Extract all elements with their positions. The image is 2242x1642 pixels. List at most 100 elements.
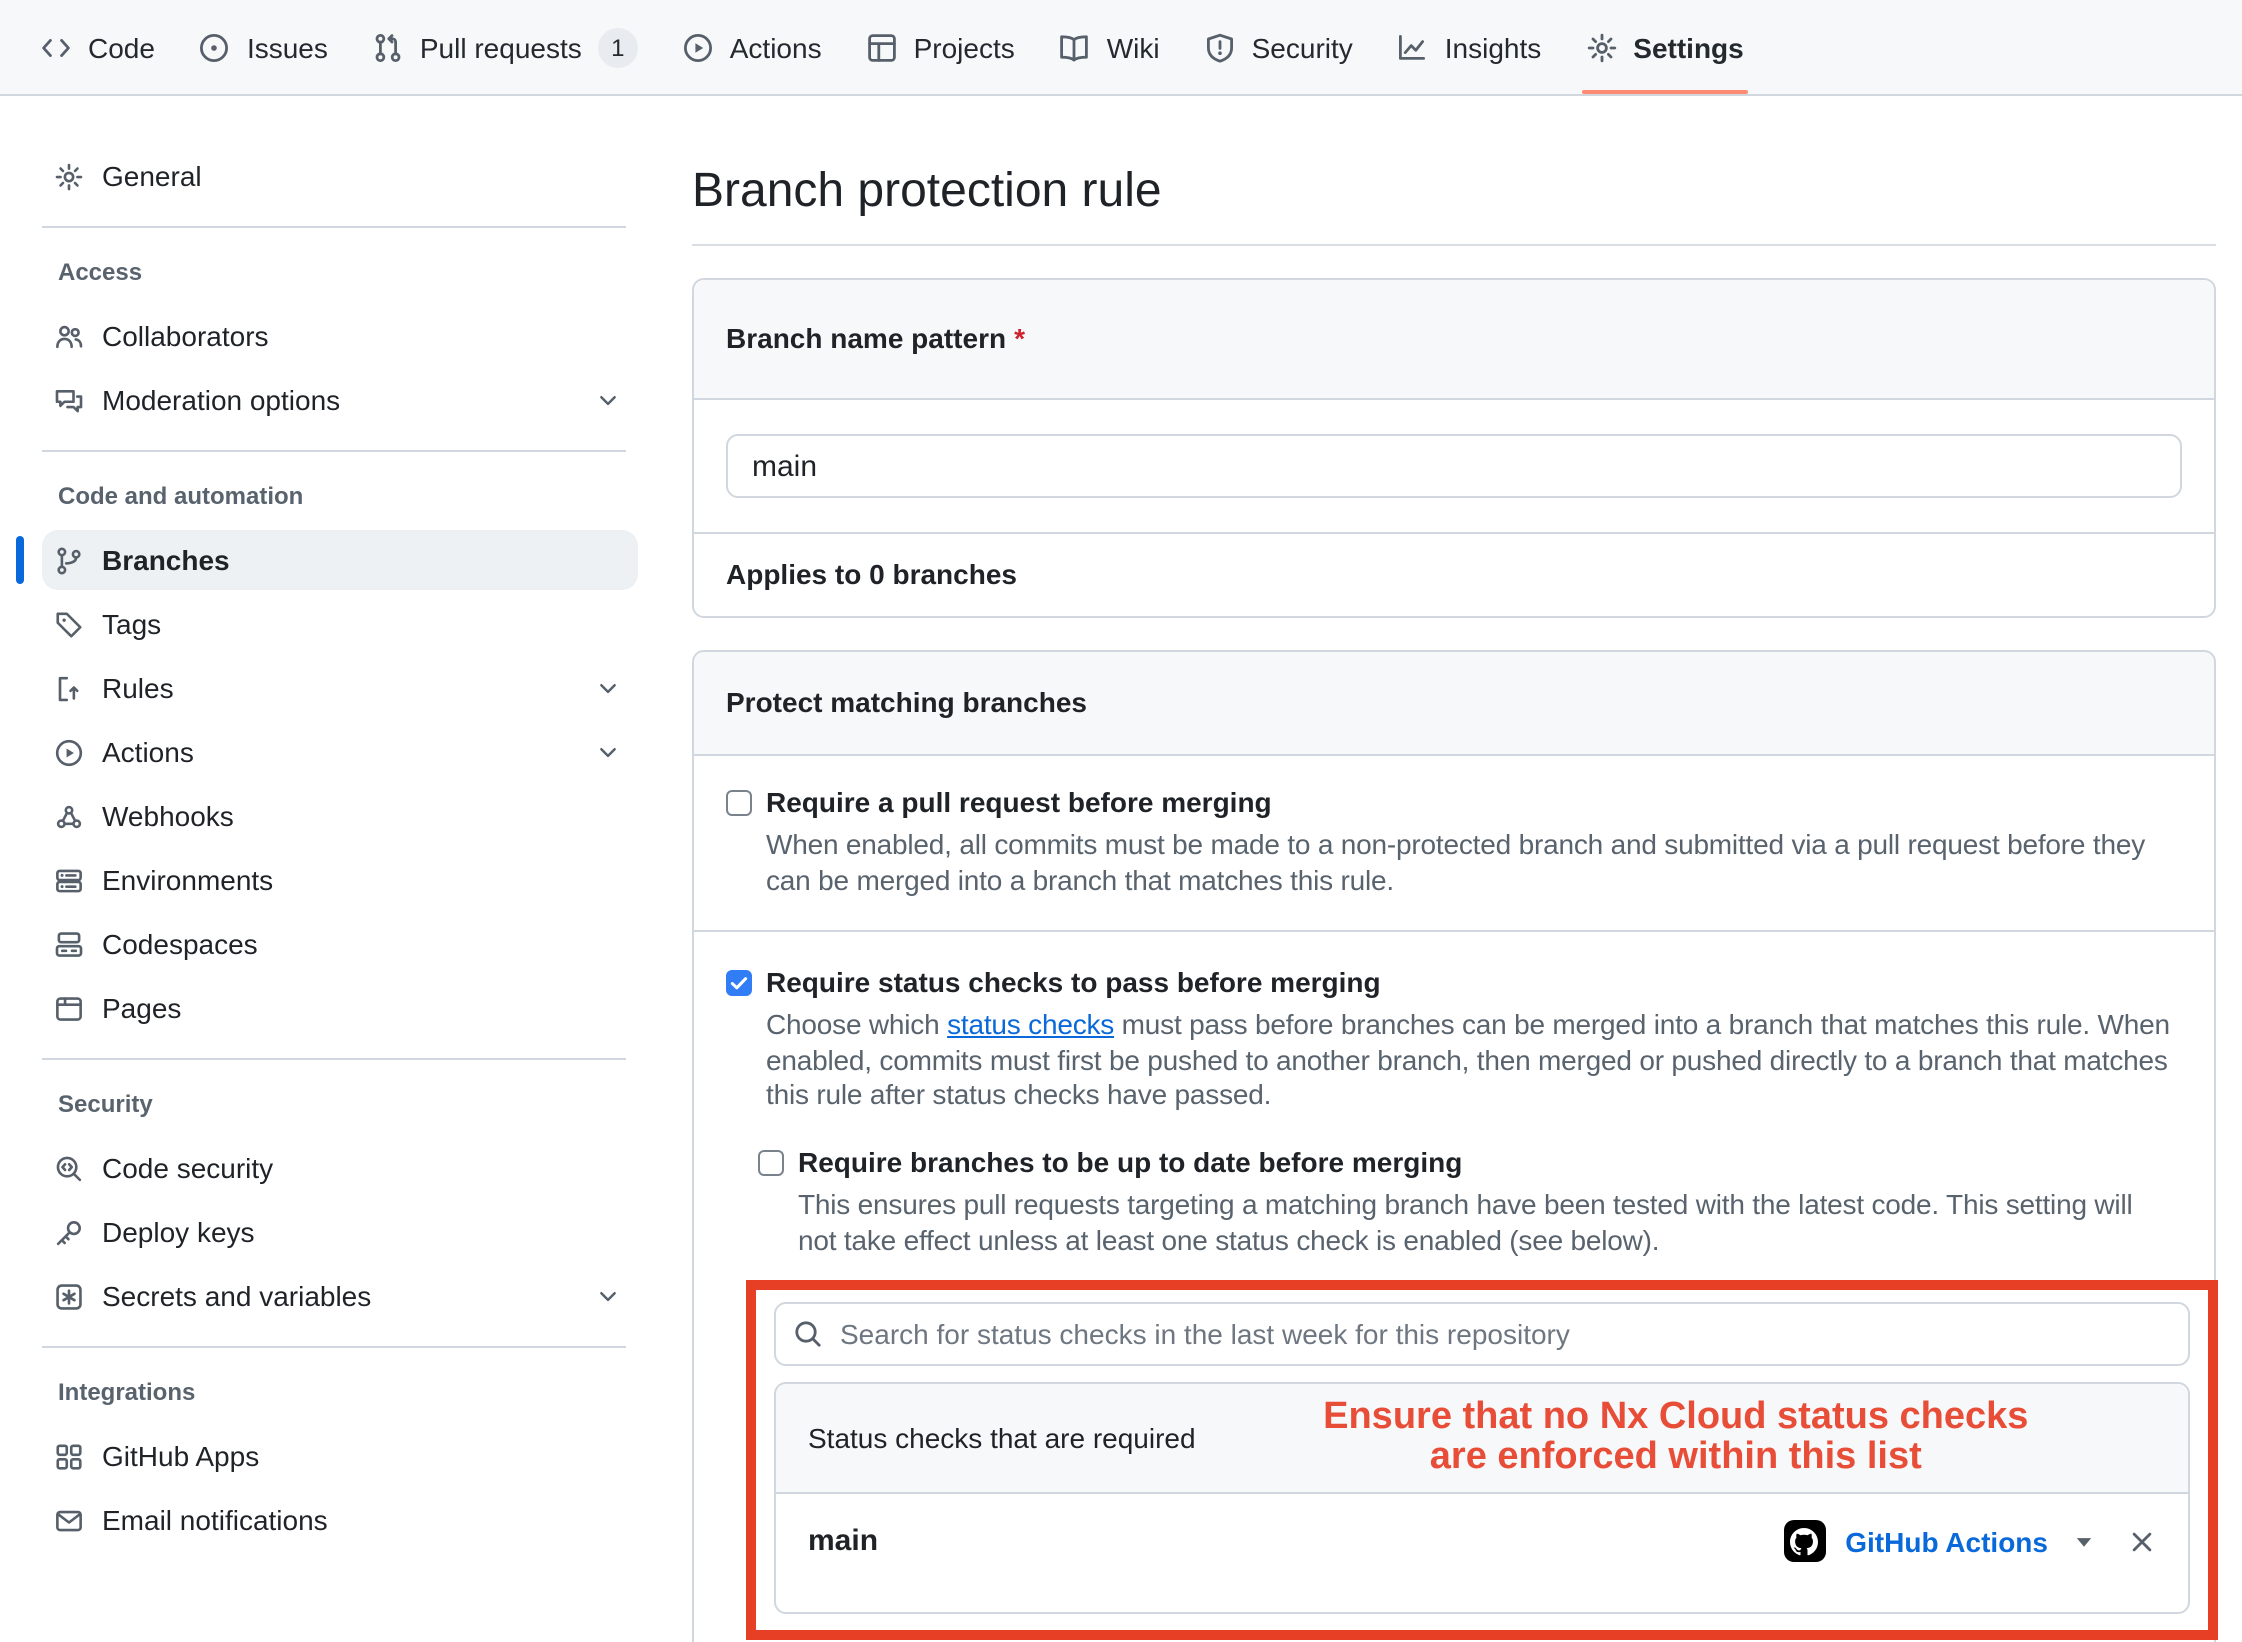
tab-security[interactable]: Security [1182,0,1375,94]
sidebar-item-codespaces[interactable]: Codespaces [42,914,638,974]
sidebar-item-moderation-options-label: Moderation options [102,384,340,416]
remove-status-check-button[interactable] [2128,1527,2156,1555]
pull-request-icon [372,31,404,63]
sidebar-item-github-apps[interactable]: GitHub Apps [42,1426,638,1486]
sidebar-item-actions[interactable]: Actions [42,722,638,782]
tab-projects-label: Projects [914,31,1015,63]
require-status-checks-label: Require status checks to pass before mer… [766,964,2182,1002]
shield-icon [1204,31,1236,63]
tab-settings[interactable]: Settings [1563,0,1765,94]
graph-icon [1397,31,1429,63]
sidebar-item-github-apps-label: GitHub Apps [102,1440,259,1472]
require-status-checks-row: Require status checks to pass before mer… [726,964,2182,1114]
issue-icon [199,31,231,63]
tab-code[interactable]: Code [18,0,177,94]
github-repo-settings-page: Code Issues Pull requests 1 Actions Proj… [0,0,2242,1642]
status-checks-search-input[interactable] [774,1302,2190,1366]
tab-issues-label: Issues [247,31,328,63]
sidebar-item-pages[interactable]: Pages [42,978,638,1038]
settings-sidebar: General Access Collaborators Moderation … [0,96,666,1554]
tab-wiki-label: Wiki [1107,31,1160,63]
require-status-checks-description: Choose which status checks must pass bef… [766,1008,2182,1114]
require-pr-checkbox[interactable] [726,790,752,816]
browser-icon [54,993,84,1023]
sidebar-item-environments[interactable]: Environments [42,850,638,910]
tab-projects[interactable]: Projects [844,0,1037,94]
status-check-source-link[interactable]: GitHub Actions [1845,1525,2048,1557]
tab-actions[interactable]: Actions [660,0,844,94]
projects-icon [866,31,898,63]
status-checks-link[interactable]: status checks [947,1008,1114,1040]
sidebar-section-code-and-automation: Code and automation [42,482,638,510]
branch-name-input-section [694,400,2214,532]
key-asterisk-icon [54,1281,84,1311]
tab-pull-requests[interactable]: Pull requests 1 [350,0,660,94]
tag-icon [54,609,84,639]
mail-icon [54,1505,84,1535]
tab-wiki[interactable]: Wiki [1037,0,1182,94]
annotation-line-1: Ensure that no Nx Cloud status checks [1196,1398,2156,1438]
branch-name-pattern-label: Branch name pattern [726,322,1006,354]
search-icon [792,1318,824,1350]
sidebar-divider [42,1346,626,1348]
sidebar-item-code-security-label: Code security [102,1152,273,1184]
status-check-source-dropdown[interactable] [2072,1529,2096,1553]
tab-pull-requests-label: Pull requests [420,31,582,63]
status-check-name: main [808,1524,878,1558]
apps-icon [54,1441,84,1471]
require-status-checks-checkbox[interactable] [726,970,752,996]
require-pr-row: Require a pull request before merging Wh… [726,784,2182,898]
require-up-to-date-checkbox[interactable] [758,1150,784,1176]
sidebar-divider [42,226,626,228]
tab-security-label: Security [1252,31,1353,63]
required-status-checks-box: Status checks that are required Ensure t… [774,1382,2190,1614]
sidebar-item-webhooks[interactable]: Webhooks [42,786,638,846]
sidebar-section-integrations: Integrations [42,1378,638,1406]
annotation-line-2: are enforced within this list [1196,1438,2156,1478]
sidebar-item-webhooks-label: Webhooks [102,800,234,832]
require-up-to-date-description: This ensures pull requests targeting a m… [798,1188,2178,1258]
tab-insights[interactable]: Insights [1375,0,1564,94]
sidebar-item-codespaces-label: Codespaces [102,928,258,960]
tab-issues[interactable]: Issues [177,0,350,94]
applies-to-branches-row: Applies to 0 branches [694,532,2214,616]
play-icon [54,737,84,767]
status-check-controls: GitHub Actions [1783,1520,2156,1562]
sidebar-item-rules[interactable]: Rules [42,658,638,718]
sidebar-item-code-security[interactable]: Code security [42,1138,638,1198]
sidebar-item-moderation-options[interactable]: Moderation options [42,370,638,430]
sidebar-item-general[interactable]: General [42,146,638,206]
chevron-down-icon-wrap [594,386,622,414]
annotation-highlight-box: Status checks that are required Ensure t… [746,1280,2218,1640]
github-actions-avatar [1783,1520,1825,1562]
protect-matching-branches-label: Protect matching branches [726,686,1087,718]
require-up-to-date-text: Require branches to be up to date before… [798,1144,2182,1258]
pull-requests-count-badge: 1 [598,27,638,67]
code-icon [40,31,72,63]
required-status-checks-list: main GitHub Actions [776,1494,2188,1612]
status-check-row: main GitHub Actions [776,1494,2188,1612]
sidebar-item-tags[interactable]: Tags [42,594,638,654]
sidebar-item-branches[interactable]: Branches [42,530,638,590]
sidebar-item-email-notifications[interactable]: Email notifications [42,1490,638,1550]
chevron-down-icon [594,1282,622,1310]
sidebar-item-deploy-keys-label: Deploy keys [102,1216,255,1248]
chevron-down-icon [594,738,622,766]
sidebar-item-deploy-keys[interactable]: Deploy keys [42,1202,638,1262]
chevron-down-icon-wrap [594,674,622,702]
sidebar-item-secrets-and-variables[interactable]: Secrets and variables [42,1266,638,1326]
branch-name-pattern-input[interactable] [726,434,2182,498]
protect-matching-branches-header: Protect matching branches [694,652,2214,756]
gear-icon [54,161,84,191]
applies-to-branches-text: Applies to 0 branches [726,558,1017,590]
x-icon [2128,1527,2156,1555]
play-icon [682,31,714,63]
required-status-checks-header: Status checks that are required Ensure t… [776,1384,2188,1494]
git-branch-icon [54,545,84,575]
sidebar-item-pages-label: Pages [102,992,181,1024]
sidebar-item-rules-label: Rules [102,672,174,704]
key-icon [54,1217,84,1247]
branch-name-pattern-card: Branch name pattern* Applies to 0 branch… [692,278,2216,618]
sidebar-item-collaborators[interactable]: Collaborators [42,306,638,366]
page-title: Branch protection rule [692,162,2216,222]
